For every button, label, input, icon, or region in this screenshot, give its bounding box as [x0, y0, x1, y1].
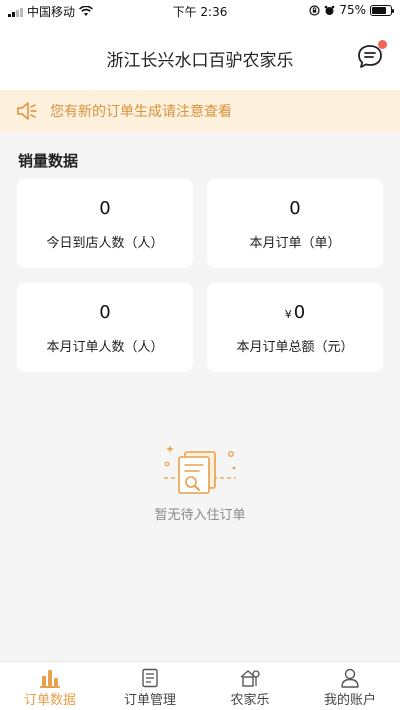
- stat-value: 0: [289, 198, 301, 219]
- speaker-icon: [17, 102, 37, 120]
- tab-bar: 订单数据 订单管理 农家乐 我的账户: [0, 661, 400, 710]
- amount-value: 0: [293, 302, 306, 323]
- section-title: 销量数据: [18, 152, 79, 170]
- battery-percent: 75%: [339, 3, 366, 17]
- tab-my-account[interactable]: 我的账户: [300, 662, 400, 710]
- bar-chart-icon: [40, 670, 60, 688]
- stat-label: 本月订单人数（人）: [46, 340, 164, 355]
- stat-card-month-orders[interactable]: 0 本月订单（单）: [207, 179, 383, 268]
- empty-state: 暂无待入住订单: [0, 440, 400, 523]
- stat-value: ¥0: [207, 302, 383, 323]
- status-bar: 中国移动 下午 2:36 75%: [0, 0, 400, 22]
- lock-rotation-icon: [309, 4, 320, 16]
- stat-value: 0: [99, 198, 111, 219]
- empty-document-icon: [164, 445, 236, 494]
- alarm-icon: [325, 5, 335, 15]
- stat-label: 本月订单总额（元）: [236, 340, 354, 355]
- message-button[interactable]: [356, 40, 387, 70]
- nav-bar: 浙江长兴水口百驴农家乐: [0, 22, 400, 90]
- tab-farmhouse[interactable]: 农家乐: [200, 662, 300, 710]
- house-icon: [240, 670, 260, 687]
- tab-label: 订单数据: [23, 693, 76, 708]
- currency-symbol: ¥: [284, 308, 292, 321]
- stat-value: 0: [99, 302, 111, 323]
- user-icon: [341, 668, 359, 688]
- battery-icon: [370, 4, 394, 16]
- page-title: 浙江长兴水口百驴农家乐: [106, 51, 294, 71]
- notice-text: 您有新的订单生成请注意查看: [50, 104, 232, 120]
- tab-label: 订单管理: [123, 693, 176, 708]
- unread-badge: [378, 40, 387, 49]
- tab-order-data[interactable]: 订单数据: [0, 662, 100, 710]
- status-right: 75%: [309, 3, 394, 17]
- empty-state-text: 暂无待入住订单: [154, 508, 246, 523]
- stat-card-month-order-people[interactable]: 0 本月订单人数（人）: [17, 283, 193, 372]
- notice-banner[interactable]: 您有新的订单生成请注意查看: [0, 90, 400, 132]
- document-icon: [142, 668, 158, 688]
- tab-label: 农家乐: [230, 693, 270, 708]
- stat-label: 本月订单（单）: [249, 236, 341, 251]
- battery-level: [372, 6, 386, 14]
- stat-card-today-visitors[interactable]: 0 今日到店人数（人）: [17, 179, 193, 268]
- tab-order-management[interactable]: 订单管理: [100, 662, 200, 710]
- tab-label: 我的账户: [323, 693, 376, 708]
- stat-card-month-order-amount[interactable]: ¥0 本月订单总额（元）: [207, 283, 383, 372]
- stat-label: 今日到店人数（人）: [46, 236, 164, 251]
